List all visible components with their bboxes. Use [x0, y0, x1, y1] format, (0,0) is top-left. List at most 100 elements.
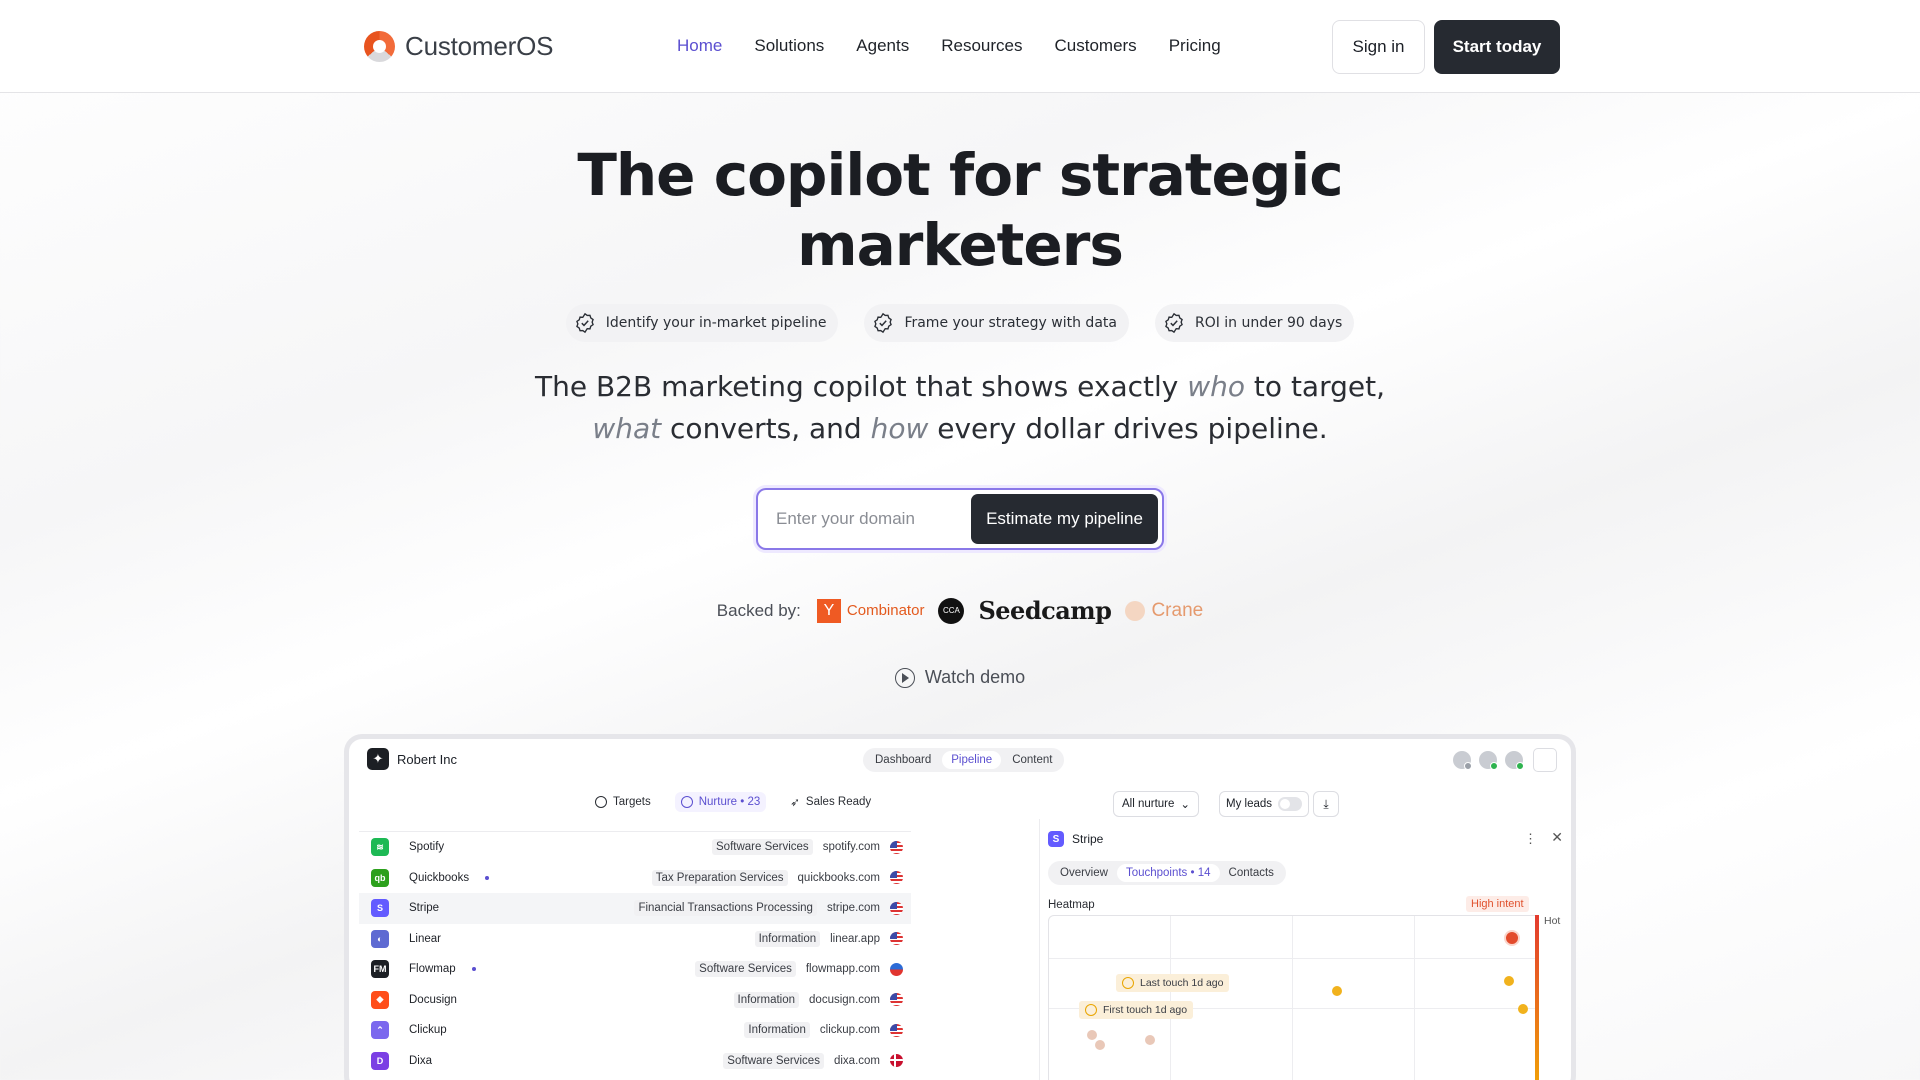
logo[interactable]: CustomerOS: [364, 31, 553, 62]
touchpoint[interactable]: [1095, 1040, 1105, 1050]
badge-check-icon: [575, 312, 594, 334]
tab-nurture[interactable]: Nurture • 23: [674, 792, 767, 812]
grid-line: [1170, 916, 1171, 1080]
download-icon[interactable]: ⤓: [1313, 791, 1339, 817]
company-logo-icon: D: [371, 1051, 389, 1070]
tab-content[interactable]: Content: [1003, 751, 1061, 769]
company-name: Dixa: [409, 1054, 433, 1067]
nav-item-customers[interactable]: Customers: [1055, 36, 1137, 56]
nav-item-solutions[interactable]: Solutions: [754, 36, 824, 56]
watch-demo-button[interactable]: Watch demo: [0, 667, 1920, 688]
touchpoint[interactable]: [1504, 976, 1514, 986]
feature-chip: ROI in under 90 days: [1154, 304, 1355, 342]
nav-item-home[interactable]: Home: [677, 36, 722, 56]
panel-tabs: Overview Touchpoints • 14 Contacts: [1048, 861, 1286, 885]
my-leads-toggle[interactable]: My leads: [1219, 791, 1310, 817]
nav-item-agents[interactable]: Agents: [856, 36, 909, 56]
company-row[interactable]: S Stripe Financial Transactions Processing…: [359, 893, 911, 924]
nav-item-pricing[interactable]: Pricing: [1169, 36, 1221, 56]
avatar[interactable]: [1453, 751, 1472, 770]
cca-logo: CCA: [938, 597, 965, 624]
tab-touchpoints[interactable]: Touchpoints • 14: [1116, 864, 1220, 882]
intent-scale-bar: [1535, 915, 1539, 1080]
heatmap-label: Heatmap: [1048, 899, 1095, 911]
company-row[interactable]: qb Quickbooks Tax Preparation Services quic…: [359, 863, 911, 894]
sparkle-icon: ✦: [367, 748, 389, 770]
country-flag-icon: [890, 1023, 903, 1037]
start-today-button[interactable]: Start today: [1434, 20, 1560, 74]
y-combinator-name: Combinator: [846, 602, 925, 619]
company-row[interactable]: ◐ Linear Information linear.app: [359, 924, 911, 955]
toggle-switch[interactable]: [1278, 797, 1303, 811]
nurture-select[interactable]: All nurture ⌄: [1113, 791, 1200, 817]
touchpoint[interactable]: [1332, 986, 1342, 996]
touchpoint[interactable]: [1087, 1030, 1097, 1040]
tooltip-text: First touch 1d ago: [1103, 1004, 1188, 1016]
estimate-pipeline-button[interactable]: Estimate my pipeline: [971, 494, 1158, 544]
company-domain: flowmapp.com: [805, 963, 880, 976]
company-row[interactable]: FM Flowmap Software Services flowmapp.com: [359, 954, 911, 985]
sign-in-button[interactable]: Sign in: [1332, 20, 1425, 74]
high-intent-badge: High intent: [1466, 896, 1529, 912]
company-domain: stripe.com: [826, 902, 880, 915]
avatar[interactable]: [1505, 751, 1524, 770]
company-domain: dixa.com: [833, 1054, 880, 1067]
subtitle-text: to target,: [1245, 370, 1385, 403]
company-row[interactable]: ≋ Spotify Software Services spotify.com: [359, 832, 911, 863]
subtitle-text: converts, and: [661, 412, 871, 445]
workspace-switcher[interactable]: ✦ Robert Inc: [367, 748, 457, 770]
hero-title: The copilot for strategic marketers: [577, 141, 1343, 279]
tab-overview[interactable]: Overview: [1051, 864, 1117, 882]
company-domain: linear.app: [830, 932, 880, 945]
tab-label: Nurture • 23: [698, 796, 761, 808]
tab-contacts[interactable]: Contacts: [1220, 864, 1283, 882]
company-meta: Information linear.app: [754, 930, 903, 947]
country-flag-icon: [890, 932, 903, 946]
tab-pipeline[interactable]: Pipeline: [942, 751, 1002, 769]
avatar[interactable]: [1479, 751, 1498, 770]
tab-sales-ready[interactable]: ➶ Sales Ready: [784, 791, 877, 813]
company-row[interactable]: ⌃ Clickup Information clickup.com: [359, 1015, 911, 1046]
company-row[interactable]: ◆ Docusign Information docusign.com: [359, 985, 911, 1016]
grid-line: [1292, 916, 1293, 1080]
badge-check-icon: [874, 312, 893, 334]
more-options-icon[interactable]: ⋮: [1524, 831, 1537, 847]
nav-item-resources[interactable]: Resources: [941, 36, 1022, 56]
company-detail-panel: S Stripe ⋮ ✕ Overview Touchpoints • 14 C…: [1039, 819, 1571, 1080]
country-flag-icon: [890, 1054, 903, 1068]
company-logo-icon: S: [371, 899, 389, 918]
touchpoint[interactable]: [1145, 1035, 1155, 1045]
first-touch-tooltip: First touch 1d ago: [1079, 1001, 1194, 1019]
tab-label: Sales Ready: [805, 796, 872, 808]
rocket-icon: ➶: [790, 797, 800, 809]
subtitle-text: The B2B marketing copilot that shows exa…: [535, 370, 1188, 403]
top-navigation: CustomerOS Home Solutions Agents Resourc…: [0, 0, 1920, 93]
company-logo-icon: ◐: [371, 929, 389, 948]
close-icon[interactable]: ✕: [1551, 829, 1563, 846]
industry-tag: Information: [744, 1022, 810, 1039]
subtitle-emphasis: who: [1187, 370, 1246, 403]
new-activity-dot: [485, 875, 490, 880]
company-name: Flowmap: [409, 963, 456, 976]
app-preview: ✦ Robert Inc Dashboard Pipeline Content …: [344, 734, 1576, 1080]
company-row[interactable]: D Dixa Software Services dixa.com: [359, 1046, 911, 1077]
domain-input[interactable]: [776, 504, 956, 534]
company-domain: docusign.com: [809, 993, 880, 1006]
grid-line: [1049, 958, 1535, 959]
hot-touchpoint[interactable]: [1504, 930, 1520, 946]
backed-by: Backed by: Y Combinator CCA Seedcamp Cran…: [0, 596, 1920, 625]
company-logo-icon: ◆: [371, 990, 389, 1009]
company-meta: Financial Transactions Processing stripe.…: [634, 900, 903, 917]
tab-dashboard[interactable]: Dashboard: [866, 751, 940, 769]
toggle-label: My leads: [1226, 798, 1273, 810]
target-icon: [595, 796, 607, 808]
workspace-name: Robert Inc: [397, 751, 457, 767]
company-domain: quickbooks.com: [797, 871, 880, 884]
industry-tag: Software Services: [712, 839, 813, 856]
calendar-icon[interactable]: [1533, 748, 1557, 772]
tab-targets[interactable]: Targets: [589, 792, 657, 812]
domain-form: Estimate my pipeline: [756, 488, 1164, 550]
company-domain: spotify.com: [822, 841, 880, 854]
touchpoint[interactable]: [1518, 1004, 1528, 1014]
industry-tag: Software Services: [723, 1052, 824, 1069]
